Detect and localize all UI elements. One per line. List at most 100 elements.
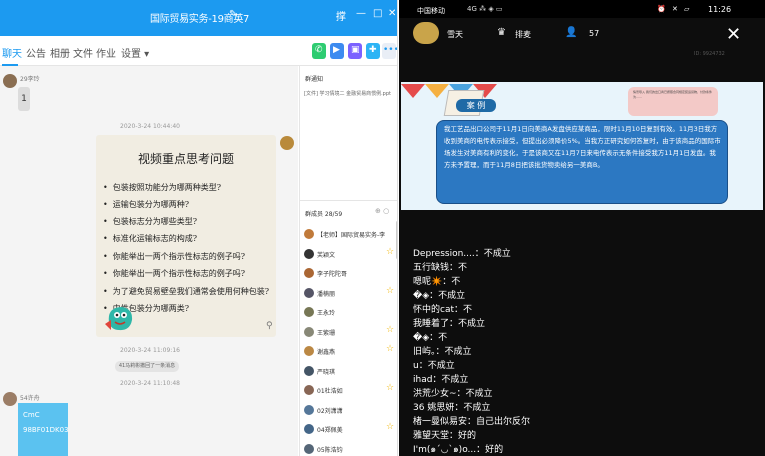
scrollbar[interactable] bbox=[396, 221, 397, 259]
qq-group-window: 国际贸易实务-19商英7 ✎ 撑 — □ ✕ 聊天 公告 相册 文件 作业 设置… bbox=[0, 0, 398, 456]
member-row[interactable]: 王永玲 bbox=[304, 305, 396, 323]
card-item: 你能举出一两个指示性标志的例子吗? bbox=[103, 268, 245, 279]
microphone-icon[interactable]: ♛ bbox=[497, 27, 506, 38]
member-row[interactable]: 04郑佩美 ☆ bbox=[304, 422, 396, 440]
comment-line: I'm(๑´◡`๑)o...：好的 bbox=[413, 445, 504, 455]
avatar[interactable] bbox=[3, 74, 17, 88]
member-row[interactable]: 潘楠丽 ☆ bbox=[304, 286, 396, 304]
member-count: 群成员 28/59 bbox=[305, 211, 343, 218]
mic-queue-button[interactable]: 排麦 bbox=[515, 29, 531, 40]
video-call-icon[interactable]: ▶ bbox=[330, 43, 344, 59]
screen-share-icon[interactable]: ▣ bbox=[348, 43, 362, 59]
member-row[interactable]: 05陈浩钧 bbox=[304, 442, 396, 456]
comment-line: 嗯呢✴️：不 bbox=[413, 277, 461, 287]
member-name: 潘楠丽 bbox=[317, 290, 336, 298]
comment-line: u：不成立 bbox=[413, 361, 455, 371]
screenshot: 国际贸易实务-19商英7 ✎ 撑 — □ ✕ 聊天 公告 相册 文件 作业 设置… bbox=[0, 0, 765, 456]
member-row[interactable]: 【老师】国际贸易实务-李 bbox=[304, 227, 396, 245]
comment-line: 五行缺钱：不 bbox=[413, 263, 468, 273]
avatar[interactable] bbox=[304, 248, 314, 259]
slide-note-text: 情景导入 我们的出口商已按照合同规定装运货物，付款条件为…… bbox=[633, 90, 712, 99]
minimize-button[interactable]: — bbox=[356, 8, 366, 19]
star-icon: ☆ bbox=[386, 324, 395, 335]
host-avatar[interactable] bbox=[413, 22, 439, 44]
star-icon: ☆ bbox=[386, 383, 395, 393]
comment-line: 旧屿。：不成立 bbox=[413, 347, 472, 357]
avatar[interactable] bbox=[304, 365, 314, 376]
avatar[interactable] bbox=[304, 443, 314, 454]
status-bar: 中国移动 4G ⁂ ◈ ▭ ⏰ ✕ ▱ 11:26 bbox=[399, 0, 765, 18]
member-name: 芙颖文 bbox=[317, 251, 336, 259]
member-name: 谢鑫燕 bbox=[317, 349, 336, 356]
member-row[interactable]: 李子陀陀哥 bbox=[304, 266, 396, 284]
avatar[interactable] bbox=[304, 385, 314, 395]
clock: 11:26 bbox=[708, 5, 732, 14]
close-icon[interactable]: ✕ bbox=[726, 24, 741, 45]
member-row[interactable]: 01杜浩如 ☆ bbox=[304, 383, 396, 401]
member-row[interactable]: 02刘潇潇 bbox=[304, 403, 396, 421]
avatar[interactable] bbox=[304, 424, 314, 434]
card-item: 包装标志分为哪些类型? bbox=[103, 216, 197, 227]
member-row[interactable]: 芙颖文 ☆ bbox=[304, 247, 396, 265]
tab-settings[interactable]: 设置 ▾ bbox=[121, 45, 149, 60]
avatar[interactable] bbox=[3, 392, 17, 406]
maximize-button[interactable]: □ bbox=[373, 8, 382, 19]
tab-homework[interactable]: 作业 bbox=[96, 45, 116, 60]
member-name: 04郑佩美 bbox=[317, 427, 343, 434]
zoom-icon[interactable]: ⚲ bbox=[266, 321, 273, 331]
close-button[interactable]: ✕ bbox=[388, 8, 396, 19]
member-row[interactable]: 严晓琪 bbox=[304, 364, 396, 382]
member-tools[interactable]: ⊕ ○ bbox=[375, 207, 389, 215]
timestamp: 2020-3-24 11:10:48 bbox=[120, 380, 180, 387]
app-icon[interactable]: ✚ bbox=[366, 43, 380, 59]
message-bubble: CmC 98BF01DK03 bbox=[18, 403, 69, 456]
member-name: 王紫珊 bbox=[317, 329, 336, 337]
avatar[interactable] bbox=[280, 136, 294, 150]
viewer-count[interactable]: 57 bbox=[589, 29, 599, 38]
pin-button[interactable]: 撑 bbox=[336, 8, 346, 23]
tab-announcement[interactable]: 公告 bbox=[26, 45, 46, 60]
recall-notice: 41马莉彬撤回了一条消息 bbox=[115, 361, 179, 372]
phone-call-icon[interactable]: ✆ bbox=[312, 43, 326, 59]
avatar[interactable] bbox=[304, 404, 314, 415]
host-name[interactable]: 雪天 bbox=[447, 29, 463, 40]
more-icon[interactable]: ••• bbox=[382, 43, 397, 59]
member-row[interactable]: 王紫珊 ☆ bbox=[304, 325, 396, 343]
edit-icon[interactable]: ✎ bbox=[229, 9, 237, 20]
comment-line: 36 姚思妍：不成立 bbox=[413, 403, 491, 413]
message-bubble: 1 bbox=[18, 87, 30, 111]
member-name: 01杜浩如 bbox=[317, 388, 343, 395]
card-item: 你能举出一两个指示性标志的例子吗? bbox=[103, 251, 245, 262]
member-name: 王永玲 bbox=[317, 310, 336, 317]
member-name: 李子陀陀哥 bbox=[317, 271, 348, 278]
card-title: 视频重点思考问题 bbox=[137, 152, 234, 166]
message-line: 98BF01DK03 bbox=[23, 426, 69, 434]
tab-bar: 聊天 公告 相册 文件 作业 设置 ▾ ✆ ▶ ▣ ✚ ••• bbox=[0, 36, 397, 66]
avatar[interactable] bbox=[304, 326, 314, 337]
comment-line: 楮一曼似易安：自己出尔反尔 bbox=[413, 417, 531, 427]
comment-line: Depression....：不成立 bbox=[413, 249, 511, 259]
card-item: 运输包装分为哪两种? bbox=[103, 199, 189, 210]
star-icon: ☆ bbox=[386, 344, 395, 354]
sticker-icon bbox=[105, 307, 133, 331]
comment-line: 怀中的cat：不 bbox=[413, 305, 472, 315]
member-row[interactable]: 谢鑫燕 ☆ bbox=[304, 344, 396, 362]
notice-file-link[interactable]: [文件] 学习情境二 金融贸易商惯例.ppt bbox=[304, 90, 391, 97]
shared-slide: 案 例 情景导入 我们的出口商已按照合同规定装运货物，付款条件为…… 我工艺品出… bbox=[401, 82, 763, 210]
comment-line: �◈：不成立 bbox=[413, 291, 466, 301]
avatar[interactable] bbox=[304, 268, 314, 278]
member-name: 严晓琪 bbox=[317, 368, 336, 376]
avatar[interactable] bbox=[304, 229, 314, 239]
tab-chat[interactable]: 聊天 bbox=[2, 45, 22, 60]
notice-title: 群通知 bbox=[305, 76, 324, 83]
avatar[interactable] bbox=[304, 346, 314, 356]
network-icons: 4G ⁂ ◈ ▭ bbox=[467, 5, 503, 13]
case-text: 我工艺品出口公司于11月1日向美商A发盘供应某商品，限时11月10日复到有效。1… bbox=[444, 125, 721, 169]
avatar[interactable] bbox=[304, 287, 314, 298]
tab-files[interactable]: 文件 bbox=[73, 45, 93, 60]
member-name: 02刘潇潇 bbox=[317, 407, 343, 415]
chat-area[interactable]: 29李玲 1 2020-3-24 10:44:40 视频重点思考问题 包装按照功… bbox=[0, 66, 298, 456]
avatar[interactable] bbox=[304, 307, 314, 317]
tab-album[interactable]: 相册 bbox=[50, 45, 70, 60]
comment-line: 洪荒少女~：不成立 bbox=[413, 389, 493, 399]
